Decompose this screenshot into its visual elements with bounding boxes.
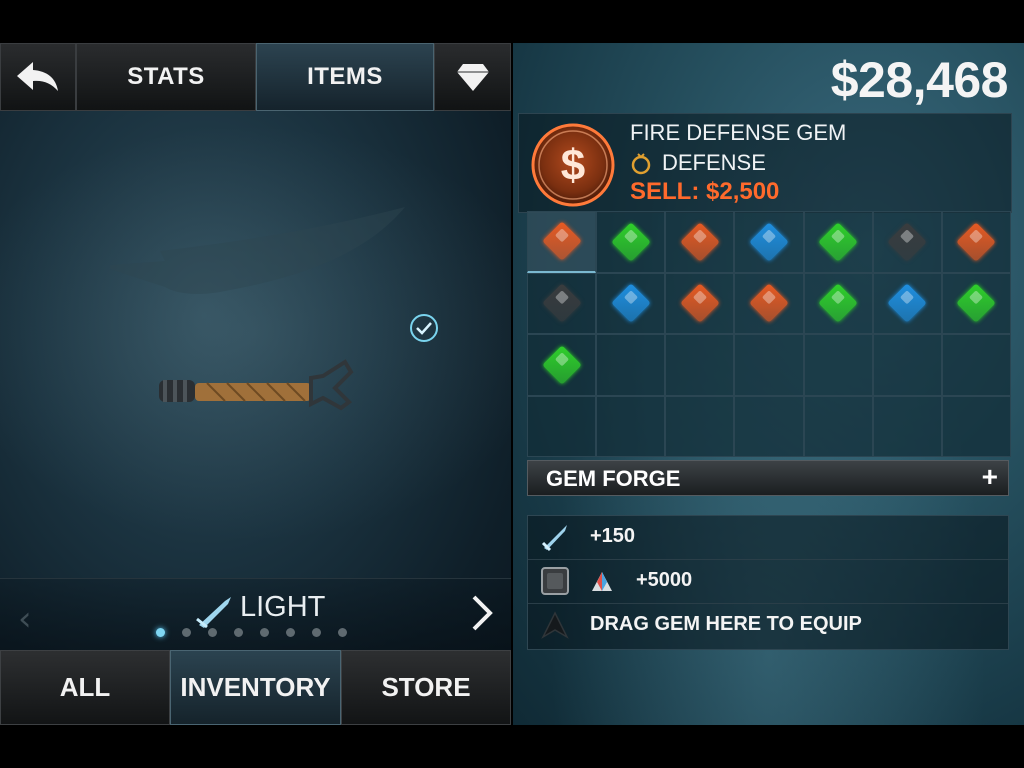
page-dot[interactable]: [234, 628, 243, 637]
diamond-icon: [456, 64, 489, 91]
green-gem-icon[interactable]: [956, 283, 997, 324]
gem-slot[interactable]: [596, 395, 666, 457]
gem-slot[interactable]: [941, 211, 1011, 273]
blade-silhouette: [110, 207, 405, 294]
category-label: LIGHT: [240, 591, 326, 623]
gem-slot[interactable]: [596, 272, 666, 334]
gem-slot[interactable]: [734, 272, 804, 334]
green-gem-icon[interactable]: [541, 344, 582, 385]
sword-hilt-image[interactable]: [155, 358, 355, 418]
currency-balance: $28,468: [830, 52, 1009, 108]
tab-inventory[interactable]: INVENTORY: [170, 650, 341, 725]
equip-slot[interactable]: DRAG GEM HERE TO EQUIP: [528, 604, 1008, 648]
gem-slot[interactable]: [941, 395, 1011, 457]
tab-all[interactable]: ALL: [0, 650, 170, 725]
coin-symbol: $: [561, 141, 585, 190]
gem-slot[interactable]: [803, 272, 873, 334]
gem-slot[interactable]: [803, 211, 873, 273]
selected-gem-info: $ FIRE DEFENSE GEM DEFENSE SELL: $2,500: [518, 113, 1012, 213]
orange-gem-icon[interactable]: [680, 221, 720, 262]
previous-category-arrow-icon[interactable]: ‹: [18, 599, 32, 639]
back-arrow-icon: [17, 62, 58, 91]
gem-slot[interactable]: [665, 211, 735, 273]
top-tab-bar: STATS ITEMS: [0, 43, 511, 113]
gem-slot[interactable]: [527, 211, 597, 273]
page-dot[interactable]: [338, 628, 347, 637]
next-category-arrow-icon[interactable]: [468, 593, 498, 633]
empty-gem-slot-icon: [541, 611, 569, 639]
gem-slot[interactable]: [941, 334, 1011, 396]
gem-slot[interactable]: [872, 334, 942, 396]
slot-value: DRAG GEM HERE TO EQUIP: [590, 613, 862, 635]
page-dot[interactable]: [286, 628, 295, 637]
blue-gem-icon[interactable]: [749, 221, 789, 262]
gem-slot[interactable]: [872, 272, 942, 334]
blue-gem-icon[interactable]: [887, 283, 928, 324]
slot-value: +150: [590, 525, 636, 547]
gem-slot[interactable]: [527, 334, 597, 396]
gem-slot[interactable]: [872, 395, 942, 457]
gem-type: DEFENSE: [662, 150, 766, 175]
gem-slot[interactable]: [665, 395, 735, 457]
equipped-check-icon: [410, 314, 438, 342]
gem-slot[interactable]: [596, 334, 666, 396]
page-dot[interactable]: [156, 628, 165, 637]
orange-gem-icon[interactable]: [749, 283, 789, 324]
gem-slot[interactable]: [527, 395, 597, 457]
gem-slot[interactable]: [596, 211, 666, 273]
armor-slot-icon: [541, 567, 569, 595]
equip-slot[interactable]: +5000: [528, 560, 1008, 604]
gem-slot[interactable]: [872, 211, 942, 273]
page-dot[interactable]: [182, 628, 191, 637]
back-button[interactable]: [0, 43, 76, 111]
gem-slot[interactable]: [803, 395, 873, 457]
black-gem-icon[interactable]: [541, 283, 582, 324]
gem-slot[interactable]: [734, 334, 804, 396]
page-indicator: [156, 628, 347, 637]
tab-store[interactable]: STORE: [341, 650, 511, 725]
black-gem-icon[interactable]: [887, 221, 928, 262]
gem-panel: $28,468 $ FIRE DEFENSE GEM DEFENSE SELL:…: [513, 43, 1024, 725]
plus-icon: +: [981, 461, 998, 492]
gem-slot[interactable]: [527, 272, 597, 334]
top-letterbox: [0, 0, 1024, 43]
green-gem-icon[interactable]: [610, 221, 651, 262]
page-dot[interactable]: [260, 628, 269, 637]
gem-forge-button[interactable]: GEM FORGE +: [527, 460, 1009, 496]
page-dot[interactable]: [312, 628, 321, 637]
sell-price-button[interactable]: SELL: $2,500: [630, 178, 779, 206]
orange-gem-icon[interactable]: [541, 221, 582, 262]
item-preview-panel: STATS ITEMS ‹ LIGHT ALL INVENTORY STORE: [0, 43, 511, 725]
tricolor-stat-icon: [592, 572, 612, 591]
page-dot[interactable]: [208, 628, 217, 637]
green-gem-icon[interactable]: [818, 221, 858, 262]
equip-slot[interactable]: +150: [528, 516, 1008, 560]
bottom-letterbox: [0, 725, 1024, 768]
green-gem-icon[interactable]: [818, 283, 858, 324]
gem-slot[interactable]: [734, 211, 804, 273]
gem-coin-icon: $: [531, 123, 615, 207]
gems-tab[interactable]: [434, 43, 511, 111]
gem-equip-slots: +150 +5000 DRAG GEM HERE TO EQUIP: [527, 515, 1009, 650]
orange-gem-icon[interactable]: [956, 221, 997, 262]
slot-value: +5000: [636, 569, 693, 591]
gem-slot[interactable]: [941, 272, 1011, 334]
tab-stats[interactable]: STATS: [76, 43, 256, 111]
gem-name: FIRE DEFENSE GEM: [630, 120, 847, 145]
gem-slot[interactable]: [665, 334, 735, 396]
sword-icon: [541, 525, 567, 552]
orange-gem-icon[interactable]: [680, 283, 720, 324]
gem-forge-label: GEM FORGE: [546, 466, 681, 491]
gem-inventory-grid: [527, 211, 1011, 457]
blue-gem-icon[interactable]: [610, 283, 651, 324]
defense-ring-icon: [631, 153, 651, 175]
gem-slot[interactable]: [734, 395, 804, 457]
light-weapon-icon: [196, 597, 231, 629]
bottom-tab-bar: ALL INVENTORY STORE: [0, 650, 511, 725]
gem-slot[interactable]: [665, 272, 735, 334]
gem-slot[interactable]: [803, 334, 873, 396]
tab-items[interactable]: ITEMS: [256, 43, 434, 111]
